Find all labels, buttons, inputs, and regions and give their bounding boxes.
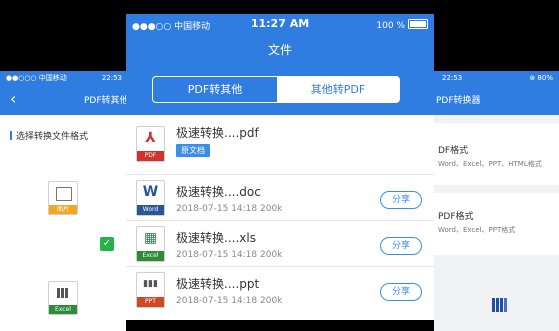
file-time: 14:18 — [231, 296, 258, 306]
selected-check-icon: ✓ — [100, 237, 114, 251]
file-date: 2018-07-15 — [176, 250, 229, 260]
nav-title: PDF转换器 — [436, 96, 481, 106]
status-bar: ●●○○○ 中国移动 22:53 — [0, 71, 126, 85]
excel-file-icon[interactable]: Excel — [48, 281, 78, 315]
file-meta: 2018-07-15 14:18 200k — [176, 296, 282, 306]
battery-text: 100 % — [376, 21, 405, 31]
word-file-icon: W Word — [136, 180, 165, 216]
original-doc-badge: 原文档 — [176, 144, 210, 157]
share-button[interactable]: 分享 — [380, 283, 422, 301]
option-card[interactable]: PDF格式 Word、Excel、PPT格式 — [434, 193, 559, 255]
image-file-icon[interactable]: 图片 — [48, 181, 78, 215]
list-item[interactable]: ▦ Excel 极速转换....xls 2018-07-15 14:18 200… — [126, 221, 434, 266]
list-item[interactable]: W Word 极速转换....doc 2018-07-15 14:18 200k… — [126, 175, 434, 220]
card-desc: Word、Excel、PPT格式 — [438, 226, 516, 234]
status-time: 22:53 — [442, 74, 463, 82]
excel-icon: ▦ — [143, 230, 158, 246]
share-button[interactable]: 分享 — [380, 237, 422, 255]
status-bar: 22:53 ⊛ 80% — [434, 71, 559, 85]
main-phone: ●●●○○ 中国移动 11:27 AM 100 % 文件 PDF转其他 其他转P… — [126, 14, 434, 320]
icon-band: Excel — [49, 305, 77, 314]
card-desc: Word、Excel、PPT、HTML格式 — [438, 160, 542, 168]
status-time: 22:53 — [101, 74, 122, 82]
file-meta: 2018-07-15 14:18 200k — [176, 204, 282, 214]
nav-bar: PDF转换器 — [434, 85, 559, 115]
segment-control-area: PDF转其他 其他转PDF — [126, 65, 434, 115]
icon-band: 图片 — [49, 205, 77, 214]
file-time: 14:18 — [231, 250, 258, 260]
file-size: 200k — [260, 296, 283, 306]
acrobat-icon: ⅄ — [145, 130, 156, 146]
file-name: 极速转换....doc — [176, 185, 261, 199]
card-title: PDF格式 — [438, 212, 474, 222]
nav-bar: ‹ PDF转其他 — [0, 85, 126, 115]
icon-band: Excel — [137, 251, 164, 261]
icon-band: PDF — [137, 151, 164, 161]
page-title: 文件 — [126, 36, 434, 65]
file-name: 极速转换....pdf — [176, 126, 259, 140]
share-button[interactable]: 分享 — [380, 191, 422, 209]
section-accent-bar — [10, 131, 12, 140]
file-time: 14:18 — [231, 204, 258, 214]
back-icon[interactable]: ‹ — [10, 89, 16, 109]
battery-icon — [408, 19, 428, 29]
file-size: 200k — [260, 204, 283, 214]
bar-chart-icon: ▮▮▮ — [143, 279, 158, 289]
right-background-phone: 22:53 ⊛ 80% PDF转换器 DF格式 Word、Excel、PPT、H… — [434, 71, 559, 331]
grid-icon — [57, 288, 69, 298]
segment-control: PDF转其他 其他转PDF — [152, 76, 400, 103]
icon-band: Word — [137, 205, 164, 215]
list-item[interactable]: ▮▮▮ PPT 极速转换....ppt 2018-07-15 14:18 200… — [126, 267, 434, 320]
file-size: 200k — [260, 250, 283, 260]
status-bar: ●●●○○ 中国移动 11:27 AM 100 % — [126, 14, 434, 36]
icon-band: PPT — [137, 297, 164, 307]
file-date: 2018-07-15 — [176, 204, 229, 214]
picture-icon — [56, 187, 72, 201]
pdf-file-icon: ⅄ PDF — [136, 126, 165, 162]
list-item[interactable]: ⅄ PDF 极速转换....pdf 原文档 — [126, 115, 434, 174]
word-icon: W — [142, 184, 159, 200]
file-date: 2018-07-15 — [176, 296, 229, 306]
card-title: DF格式 — [438, 146, 469, 156]
option-card[interactable]: DF格式 Word、Excel、PPT、HTML格式 — [434, 123, 559, 185]
file-name: 极速转换....xls — [176, 231, 256, 245]
section-label: 选择转换文件格式 — [16, 132, 89, 142]
excel-file-icon: ▦ Excel — [136, 226, 165, 262]
tab-pdf-to-other[interactable]: PDF转其他 — [153, 77, 277, 102]
section-heading: 选择转换文件格式 — [10, 129, 88, 142]
status-battery: ⊛ 80% — [529, 74, 553, 82]
status-battery: 100 % — [376, 19, 428, 31]
left-background-phone: ●●○○○ 中国移动 22:53 ‹ PDF转其他 选择转换文件格式 图片 ✓ … — [0, 71, 126, 331]
nav-title: PDF转其他 — [84, 96, 126, 106]
file-meta: 2018-07-15 14:18 200k — [176, 250, 282, 260]
ppt-file-icon: ▮▮▮ PPT — [136, 272, 165, 308]
status-carrier: ●●○○○ 中国移动 — [6, 74, 67, 82]
tab-other-to-pdf[interactable]: 其他转PDF — [277, 77, 399, 102]
file-name: 极速转换....ppt — [176, 277, 260, 291]
books-icon — [492, 297, 508, 316]
